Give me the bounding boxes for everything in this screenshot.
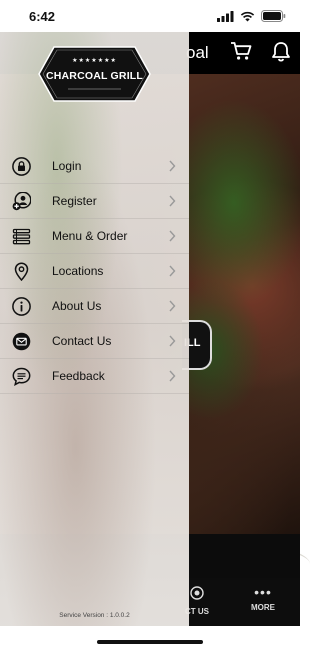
bell-icon[interactable] [271,41,291,62]
add-user-icon [12,192,31,211]
envelope-icon [12,332,31,351]
chevron-right-icon [169,160,176,172]
drawer-menu: Login Register Menu & Order Locations Ab… [0,149,189,394]
menu-item-register[interactable]: Register [0,184,189,219]
menu-item-locations[interactable]: Locations [0,254,189,289]
menu-item-label: Locations [52,264,104,278]
chat-bubble-icon [12,367,31,386]
info-icon [12,297,31,316]
cart-icon[interactable] [230,41,252,61]
status-time: 6:42 [29,9,56,24]
menu-item-label: Register [52,194,97,208]
home-area [0,626,300,650]
menu-item-label: Login [52,159,82,173]
menu-item-label: About Us [52,299,102,313]
more-dots-icon: ••• [254,584,272,600]
chevron-right-icon [169,265,176,277]
chevron-right-icon [169,370,176,382]
brand-logo[interactable]: ★★★★★★★ CHARCOAL GRILL [38,46,151,102]
tab-more[interactable]: ••• MORE [244,584,282,612]
lock-icon [12,157,31,176]
chevron-right-icon [169,335,176,347]
service-version-label: Service Version : 1.0.0.2 [59,612,130,619]
tab-more-label: MORE [251,603,275,612]
signal-icon [217,10,234,22]
location-pin-icon [14,262,29,281]
menu-list-icon [12,228,31,245]
chevron-right-icon [169,230,176,242]
menu-item-feedback[interactable]: Feedback [0,359,189,394]
header-title: oal [186,43,209,62]
menu-item-menu-order[interactable]: Menu & Order [0,219,189,254]
status-bar: 6:42 [0,0,300,32]
service-version: Service Version : 1.0.0.2 [0,612,189,619]
menu-item-label: Contact Us [52,334,112,348]
menu-item-contact-us[interactable]: Contact Us [0,324,189,359]
contact-tab-icon [190,586,204,600]
brand-name: CHARCOAL GRILL [45,70,144,82]
menu-item-about-us[interactable]: About Us [0,289,189,324]
chevron-right-icon [169,195,176,207]
home-indicator[interactable] [97,640,203,644]
brand-stars: ★★★★★★★ [72,58,117,64]
chevron-right-icon [169,300,176,312]
menu-item-label: Feedback [52,369,105,383]
menu-item-login[interactable]: Login [0,149,189,184]
side-drawer: ★★★★★★★ CHARCOAL GRILL Login Register Me… [0,32,189,626]
menu-item-label: Menu & Order [52,229,128,243]
battery-icon [261,10,286,22]
wifi-icon [240,11,255,21]
status-icons [217,10,286,22]
